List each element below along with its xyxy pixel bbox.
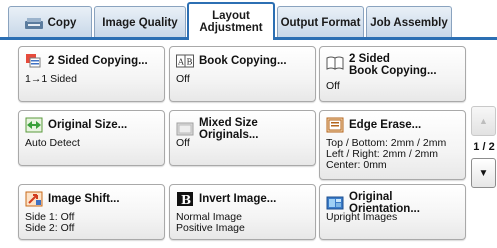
invert-image-title: Invert Image... xyxy=(199,193,277,205)
mixed-size-originals-button[interactable]: Mixed Size Originals... Off xyxy=(169,110,316,166)
tab-layout-adjustment-label: Layout Adjustment xyxy=(199,10,263,34)
image-shift-icon xyxy=(25,191,43,207)
two-sided-copying-button[interactable]: 2 Sided Copying... 1→1 Sided xyxy=(18,46,165,102)
svg-text:A: A xyxy=(177,58,184,67)
tab-job-assembly[interactable]: Job Assembly xyxy=(366,6,452,38)
original-orientation-icon xyxy=(326,195,344,211)
original-size-button[interactable]: Original Size... Auto Detect xyxy=(18,110,165,166)
invert-image-button[interactable]: B Invert Image... Normal Image Positive … xyxy=(169,184,316,240)
copy-icon xyxy=(24,16,44,30)
book-copying-value: Off xyxy=(176,73,190,85)
tab-copy[interactable]: Copy xyxy=(8,6,92,38)
feature-panel: 2 Sided Copying... 1→1 Sided A B Book Co… xyxy=(0,40,497,248)
original-size-icon xyxy=(25,117,43,133)
invert-image-value: Normal Image Positive Image xyxy=(176,211,245,234)
book-copying-title: Book Copying... xyxy=(199,55,287,67)
two-sided-book-copying-button[interactable]: 2 Sided Book Copying... Off xyxy=(319,46,466,102)
book-ab-icon: A B xyxy=(176,53,194,69)
tab-job-assembly-label: Job Assembly xyxy=(370,16,448,29)
tab-copy-label: Copy xyxy=(47,16,77,29)
tab-image-quality[interactable]: Image Quality xyxy=(94,6,186,38)
page-indicator: 1 / 2 xyxy=(473,141,495,153)
two-sided-book-copying-title: 2 Sided Book Copying... xyxy=(349,53,437,77)
tab-image-quality-label: Image Quality xyxy=(102,16,178,29)
tab-output-format-label: Output Format xyxy=(280,16,361,29)
tab-layout-adjustment[interactable]: Layout Adjustment xyxy=(187,2,275,40)
svg-text:B: B xyxy=(187,58,193,67)
edge-erase-value: Top / Bottom: 2mm / 2mm Left / Right: 2m… xyxy=(326,137,447,171)
arrow-up-icon: ▲ xyxy=(479,116,488,126)
original-orientation-button[interactable]: Original Orientation... Upright Images xyxy=(319,184,466,240)
edge-erase-title: Edge Erase... xyxy=(349,119,422,131)
original-size-title: Original Size... xyxy=(48,119,128,131)
original-size-value: Auto Detect xyxy=(25,137,80,149)
arrow-down-icon: ▼ xyxy=(478,167,489,179)
open-book-icon xyxy=(326,55,344,71)
original-orientation-value: Upright Images xyxy=(326,211,398,223)
image-shift-title: Image Shift... xyxy=(48,193,120,205)
mixed-size-originals-value: Off xyxy=(176,137,190,149)
image-shift-button[interactable]: Image Shift... Side 1: Off Side 2: Off xyxy=(18,184,165,240)
two-sided-copying-title: 2 Sided Copying... xyxy=(48,55,148,67)
mixed-size-icon xyxy=(176,121,194,137)
svg-text:B: B xyxy=(181,193,191,207)
two-sided-icon xyxy=(25,53,43,69)
two-sided-copying-value: 1→1 Sided xyxy=(25,73,77,85)
page-up-button[interactable]: ▲ xyxy=(471,106,496,136)
two-sided-book-copying-value: Off xyxy=(326,80,340,92)
edge-erase-icon xyxy=(326,117,344,133)
tab-output-format[interactable]: Output Format xyxy=(277,6,364,38)
page-down-button[interactable]: ▼ xyxy=(471,158,496,188)
edge-erase-button[interactable]: Edge Erase... Top / Bottom: 2mm / 2mm Le… xyxy=(319,110,466,180)
book-copying-button[interactable]: A B Book Copying... Off xyxy=(169,46,316,102)
image-shift-value: Side 1: Off Side 2: Off xyxy=(25,211,75,234)
invert-image-icon: B xyxy=(176,191,194,207)
tab-bar: Copy Image Quality Layout Adjustment Out… xyxy=(0,0,497,40)
